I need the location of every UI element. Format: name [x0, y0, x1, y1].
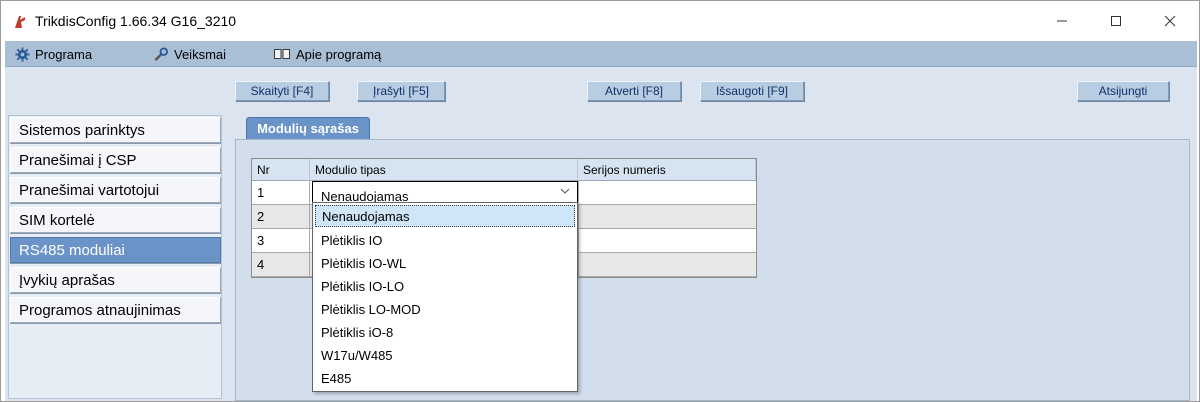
minimize-icon[interactable] [1039, 1, 1085, 41]
column-header-module-type[interactable]: Modulio tipas [310, 159, 578, 181]
maximize-icon[interactable] [1093, 1, 1139, 41]
write-button[interactable]: Įrašyti [F5] [357, 81, 445, 101]
menu-veiksmai-label: Veiksmai [174, 46, 227, 62]
serial-cell[interactable] [578, 253, 756, 276]
serial-cell[interactable] [578, 205, 756, 228]
menu-veiksmai[interactable]: Veiksmai [153, 45, 226, 63]
sidebar-nav: Sistemos parinktys Pranešimai į CSP Pran… [8, 115, 222, 399]
row-nr-cell: 4 [252, 253, 310, 276]
row-nr-cell: 1 [252, 181, 310, 204]
column-header-serial[interactable]: Serijos numeris [578, 159, 756, 181]
read-button[interactable]: Skaityti [F4] [235, 81, 329, 101]
dropdown-option-w17u-w485[interactable]: W17u/W485 [315, 344, 575, 366]
sidebar-item-programos-atnaujinimas[interactable]: Programos atnaujinimas [10, 297, 221, 323]
app-icon [13, 14, 27, 30]
book-icon [273, 47, 291, 61]
dropdown-option-pletiklis-io-lo[interactable]: Plėtiklis IO-LO [315, 275, 575, 297]
tab-moduliu-sarasas[interactable]: Modulių sąrašas [246, 117, 370, 139]
menu-programa-label: Programa [35, 46, 93, 62]
dropdown-option-pletiklis-io-8[interactable]: Plėtiklis iO-8 [315, 321, 575, 343]
wrench-icon [153, 46, 169, 62]
menu-apie-label: Apie programą [296, 46, 382, 62]
dropdown-option-pletiklis-io-wl[interactable]: Plėtiklis IO-WL [315, 252, 575, 274]
sidebar-item-rs485-moduliai[interactable]: RS485 moduliai [10, 237, 221, 263]
dropdown-option-nenaudojamas[interactable]: Nenaudojamas [315, 205, 575, 227]
sidebar-item-pranesimai-csp[interactable]: Pranešimai į CSP [10, 147, 221, 173]
title-bar: TrikdisConfig 1.66.34 G16_3210 [1, 1, 1199, 41]
disconnect-button[interactable]: Atsijungti [1077, 81, 1169, 101]
open-button[interactable]: Atverti [F8] [587, 81, 681, 101]
sidebar-item-sistemos-parinktys[interactable]: Sistemos parinktys [10, 117, 221, 143]
chevron-down-icon[interactable] [558, 184, 572, 198]
row-nr-cell: 3 [252, 229, 310, 252]
sidebar-item-sim-kortele[interactable]: SIM kortelė [10, 207, 221, 233]
column-header-nr[interactable]: Nr [252, 159, 310, 181]
app-window: TrikdisConfig 1.66.34 G16_3210 Programa … [0, 0, 1200, 402]
menu-apie[interactable]: Apie programą [273, 45, 381, 63]
menu-programa[interactable]: Programa [15, 45, 92, 63]
save-button[interactable]: Išsaugoti [F9] [700, 81, 804, 101]
sidebar-item-ivykiu-aprasas[interactable]: Įvykių aprašas [10, 267, 221, 293]
dropdown-option-pletiklis-lo-mod[interactable]: Plėtiklis LO-MOD [315, 298, 575, 320]
dropdown-option-e485[interactable]: E485 [315, 367, 575, 389]
sidebar-item-pranesimai-vartotojui[interactable]: Pranešimai vartotojui [10, 177, 221, 203]
close-icon[interactable] [1147, 1, 1193, 41]
menu-bar: Programa Veiksmai Apie programą [5, 41, 1197, 67]
dropdown-option-pletiklis-io[interactable]: Plėtiklis IO [315, 229, 575, 251]
serial-cell[interactable] [578, 229, 756, 252]
gear-icon [15, 46, 30, 62]
window-title: TrikdisConfig 1.66.34 G16_3210 [35, 13, 237, 29]
row-nr-cell: 2 [252, 205, 310, 228]
module-type-dropdown-list: Nenaudojamas Plėtiklis IO Plėtiklis IO-W… [312, 202, 578, 392]
serial-cell[interactable] [578, 181, 756, 204]
